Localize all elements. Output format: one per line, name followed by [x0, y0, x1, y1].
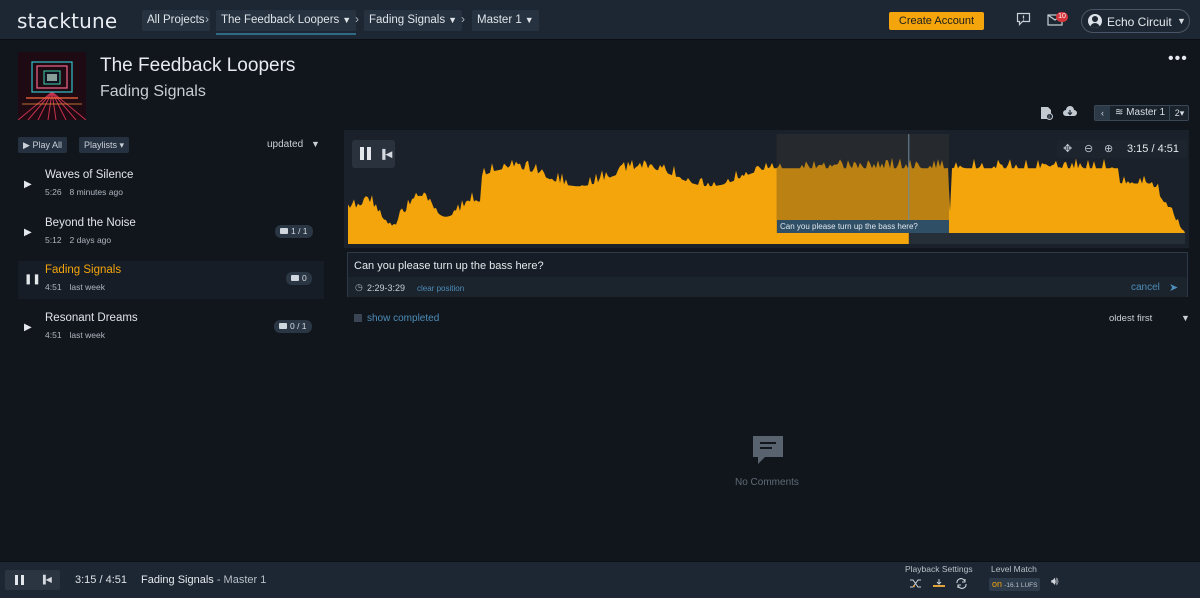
track-meta: 4:51 last week [45, 282, 105, 292]
track-meta: 4:51 last week [45, 330, 105, 340]
zoom-in-icon[interactable]: ⊕ [1104, 142, 1113, 155]
skip-back-icon[interactable]: ▐◀ [40, 575, 52, 584]
chevron-down-icon: ▼ [1177, 16, 1186, 26]
track-item-beyond-the-noise[interactable]: ▶ Beyond the Noise 5:12 2 days ago 1 / 1 [18, 214, 324, 252]
clear-position-link[interactable]: clear position [417, 284, 464, 293]
track-meta: 5:26 8 minutes ago [45, 187, 123, 197]
bottom-player-track[interactable]: Fading Signals - Master 1 [141, 574, 266, 586]
comment-count-badge: 0 / 1 [274, 320, 312, 333]
comment-icon [280, 228, 288, 234]
volume-icon[interactable]: 🔊︎ [1051, 574, 1059, 589]
track-name: Resonant Dreams [45, 312, 138, 324]
breadcrumb-version[interactable]: Master 1 ▼ [472, 10, 539, 31]
region-comment-label[interactable]: Can you please turn up the bass here? [777, 220, 949, 233]
zoom-controls: ✥ ⊖ ⊕ 3:15 / 4:51 [1057, 140, 1187, 158]
avatar [1088, 14, 1102, 28]
comment-count-badge: 0 [286, 272, 312, 285]
comment-icon [291, 275, 299, 281]
version-number-select[interactable]: 2▾ [1169, 106, 1189, 120]
previous-version-button[interactable]: ‹ [1095, 106, 1110, 120]
create-account-button[interactable]: Create Account [889, 12, 984, 30]
track-meta: 5:12 2 days ago [45, 235, 112, 245]
chevron-down-icon: ▾ [1179, 108, 1185, 118]
progress-fill [348, 233, 909, 244]
send-icon[interactable]: ➤ [1169, 281, 1178, 294]
chevron-down-icon: ▼ [448, 15, 457, 25]
zoom-out-icon[interactable]: ⊖ [1084, 142, 1093, 155]
app-logo[interactable]: stacktune [17, 9, 117, 33]
bottom-player-time: 3:15 / 4:51 [75, 574, 127, 586]
breadcrumb-song[interactable]: Fading Signals ▼ [364, 10, 462, 31]
breadcrumb-project[interactable]: The Feedback Loopers ▼ [216, 10, 357, 35]
comment-time-range: 2:29-3:29 [367, 283, 406, 293]
comment-sort-select[interactable]: oldest first [1109, 313, 1152, 324]
skip-back-icon[interactable]: ▐◀ [379, 149, 392, 160]
track-item-resonant-dreams[interactable]: ▶ Resonant Dreams 4:51 last week 0 / 1 [18, 309, 324, 347]
waveform-shape [348, 157, 1185, 233]
comment-form-footer: ◷ 2:29-3:29 clear position cancel ➤ [348, 277, 1187, 297]
pause-icon[interactable]: ❚❚ [24, 274, 41, 285]
user-menu[interactable]: Echo Circuit ▼ [1081, 9, 1190, 33]
breadcrumb-separator-icon: › [355, 12, 359, 26]
pause-icon[interactable] [15, 575, 24, 585]
show-completed-toggle[interactable]: show completed [354, 313, 439, 324]
level-match-toggle[interactable]: on -16.1 LUFS [989, 578, 1040, 591]
play-icon: ▶ [23, 140, 30, 150]
bottom-player-controls: ▐◀ [5, 570, 60, 590]
cancel-button[interactable]: cancel [1131, 282, 1160, 293]
clock-icon: ◷ [355, 282, 363, 292]
chevron-down-icon: ▼ [342, 15, 352, 25]
track-sort-select[interactable]: updated [267, 139, 303, 150]
play-all-button[interactable]: ▶ Play All [18, 137, 67, 153]
comment-icon [279, 323, 287, 329]
track-item-waves-of-silence[interactable]: ▶ Waves of Silence 5:26 8 minutes ago [18, 166, 324, 204]
chevron-down-icon: ▾ [117, 140, 125, 150]
playlists-button[interactable]: Playlists ▾ [79, 137, 130, 153]
version-label: ≋ Master 1 [1115, 107, 1166, 118]
show-completed-checkbox[interactable] [354, 314, 362, 322]
chevron-down-icon[interactable]: ▼ [311, 139, 320, 149]
play-icon[interactable]: ▶ [24, 227, 34, 238]
comment-count-badge: 1 / 1 [275, 225, 313, 238]
track-name: Fading Signals [45, 264, 122, 276]
level-match-label: Level Match [991, 564, 1037, 574]
player-time: 3:15 / 4:51 [1127, 143, 1179, 155]
comment-input[interactable] [354, 258, 1154, 274]
breadcrumb-separator-icon: › [461, 12, 465, 26]
loop-region-icon[interactable] [932, 578, 948, 590]
track-name: Waves of Silence [45, 169, 134, 181]
track-item-fading-signals[interactable]: ❚❚ Fading Signals 4:51 last week 0 [18, 261, 324, 299]
notification-badge: 10 [1056, 12, 1068, 22]
comment-form: ◷ 2:29-3:29 clear position cancel ➤ [347, 252, 1188, 297]
breadcrumb-all-projects[interactable]: All Projects [142, 10, 210, 31]
play-icon[interactable]: ▶ [24, 179, 34, 190]
chevron-down-icon[interactable]: ▼ [1181, 313, 1190, 323]
more-options-icon[interactable]: ••• [1168, 50, 1188, 68]
repeat-icon[interactable] [955, 578, 971, 590]
feedback-icon[interactable] [1016, 12, 1032, 28]
playback-settings-label: Playback Settings [905, 564, 973, 574]
user-name: Echo Circuit [1107, 15, 1172, 29]
project-title[interactable]: The Feedback Loopers [100, 55, 295, 77]
file-info-icon[interactable]: i [1040, 106, 1054, 121]
layers-icon: ≋ [1115, 107, 1124, 118]
version-switcher[interactable]: ‹ ≋ Master 1 2▾ [1094, 105, 1189, 121]
album-cover [18, 52, 86, 120]
song-title: Fading Signals [100, 83, 206, 100]
player-controls: ▐◀ [352, 140, 395, 168]
pan-icon[interactable]: ✥ [1063, 142, 1072, 155]
shuffle-icon[interactable] [909, 578, 925, 590]
track-name: Beyond the Noise [45, 217, 136, 229]
empty-comments-icon [752, 434, 784, 466]
play-icon[interactable]: ▶ [24, 322, 34, 333]
top-bar: stacktune All Projects › The Feedback Lo… [0, 0, 1200, 40]
chevron-down-icon: ▼ [524, 15, 534, 25]
download-icon[interactable] [1063, 106, 1077, 120]
comment-region-overlay [776, 134, 949, 233]
pause-icon[interactable] [360, 147, 372, 160]
breadcrumb-separator-icon: › [205, 12, 209, 26]
empty-comments-text: No Comments [735, 477, 799, 488]
svg-text:i: i [1048, 115, 1049, 120]
